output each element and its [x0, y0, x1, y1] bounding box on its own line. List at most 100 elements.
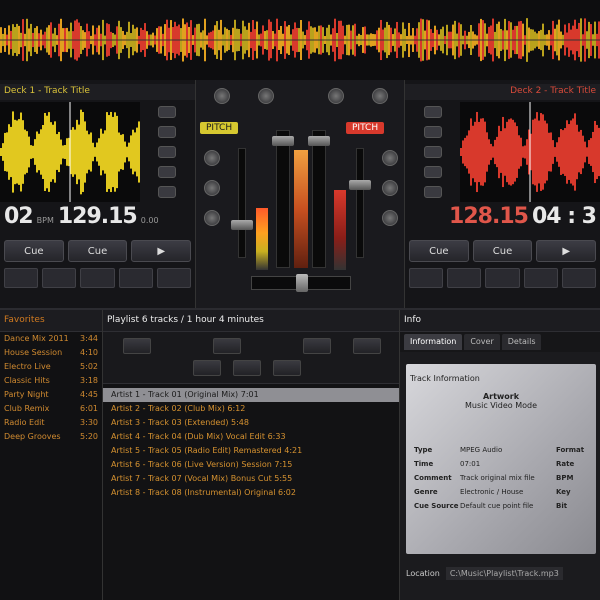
deck-right-cue-button[interactable]: Cue — [409, 240, 469, 262]
filter-knob-right[interactable] — [382, 210, 398, 226]
tab-details[interactable]: Details — [501, 334, 542, 350]
folder-row[interactable]: Dance Mix 2011 3:44 — [0, 332, 102, 346]
playlist-next-button[interactable] — [273, 360, 301, 376]
folder-name: Deep Grooves — [4, 432, 61, 441]
info-card: Artwork Music Video Mode Type MPEG Audio F… — [406, 364, 596, 554]
deck-left: Deck 1 - Track Title 02 BPM 129.15 0.00 … — [0, 80, 195, 308]
deck-right-transport-button[interactable] — [523, 268, 558, 288]
deck-right-side-button[interactable] — [424, 166, 442, 178]
deck-left-side-button[interactable] — [158, 126, 176, 138]
mixer-section: PITCH PITCH — [195, 80, 405, 308]
info-row-extra: BPM — [556, 474, 574, 482]
volume-fader-left[interactable] — [276, 130, 290, 268]
volume-fader-right-handle[interactable] — [308, 136, 330, 146]
eq-high-knob-right[interactable] — [328, 88, 344, 104]
pitch-label-right[interactable]: PITCH — [346, 122, 385, 134]
gain-knob-right[interactable] — [372, 88, 388, 104]
folder-row[interactable]: Electro Live 5:02 — [0, 360, 102, 374]
playlist-toolbar — [103, 332, 399, 384]
deck-right-side-button[interactable] — [424, 186, 442, 198]
folder-row[interactable]: Classic Hits 3:18 — [0, 374, 102, 388]
overview-waveform[interactable] — [0, 0, 600, 80]
deck-right-transport-button[interactable] — [447, 268, 482, 288]
deck-left-transport-button[interactable] — [42, 268, 77, 288]
folder-row[interactable]: Party Night 4:45 — [0, 388, 102, 402]
eq-mid-knob-left[interactable] — [204, 150, 220, 166]
deck-right-transport-button[interactable] — [485, 268, 520, 288]
deck-right-transport-button[interactable] — [561, 268, 597, 288]
folder-length: 3:30 — [80, 418, 98, 427]
tab-cover[interactable]: Cover — [464, 334, 500, 350]
deck-left-waveform[interactable] — [0, 102, 140, 202]
pitch-fader-left[interactable] — [238, 148, 246, 258]
volume-fader-left-handle[interactable] — [272, 136, 294, 146]
track-row[interactable]: Artist 1 - Track 01 (Original Mix) 7:01 — [103, 388, 399, 402]
folder-row[interactable]: Club Remix 6:01 — [0, 402, 102, 416]
folder-row[interactable]: House Session 4:10 — [0, 346, 102, 360]
pitch-label-left[interactable]: PITCH — [200, 122, 239, 134]
playlist-tool-button[interactable] — [303, 338, 331, 354]
deck-left-side-button[interactable] — [158, 146, 176, 158]
track-row[interactable]: Artist 3 - Track 03 (Extended) 5:48 — [103, 416, 399, 430]
deck-right-side-button[interactable] — [424, 106, 442, 118]
folder-name: Club Remix — [4, 404, 50, 413]
crossfader-handle[interactable] — [296, 274, 308, 292]
eq-low-knob-left[interactable] — [204, 180, 220, 196]
deck-left-readout: 02 BPM 129.15 0.00 — [4, 204, 159, 236]
deck-right-waveform[interactable] — [460, 102, 600, 202]
dj-app-window: Deck 1 - Track Title 02 BPM 129.15 0.00 … — [0, 0, 600, 600]
info-tabs: Information Cover Details — [400, 332, 600, 352]
tab-information[interactable]: Information — [404, 334, 463, 350]
folder-name: Classic Hits — [4, 376, 50, 385]
deck-right-transport-button[interactable] — [409, 268, 444, 288]
deck-left-cue-button[interactable]: Cue — [4, 240, 64, 262]
crossfader[interactable] — [251, 274, 351, 292]
volume-fader-right[interactable] — [312, 130, 326, 268]
track-row[interactable]: Artist 8 - Track 08 (Instrumental) Origi… — [103, 486, 399, 500]
track-row[interactable]: Artist 4 - Track 04 (Dub Mix) Vocal Edit… — [103, 430, 399, 444]
playlist-prev-button[interactable] — [193, 360, 221, 376]
track-row[interactable]: Artist 7 - Track 07 (Vocal Mix) Bonus Cu… — [103, 472, 399, 486]
gain-knob-left[interactable] — [214, 88, 230, 104]
pitch-fader-left-handle[interactable] — [231, 220, 253, 230]
deck-right-play-button[interactable]: ▶ — [536, 240, 597, 262]
info-row-extra: Bit — [556, 502, 568, 510]
eq-high-knob-left[interactable] — [258, 88, 274, 104]
filter-knob-left[interactable] — [204, 210, 220, 226]
eq-mid-knob-right[interactable] — [382, 150, 398, 166]
deck-left-transport-button[interactable] — [80, 268, 115, 288]
deck-right-bpm: 128.15 — [449, 204, 529, 229]
info-card-subheader: Music Video Mode — [464, 401, 538, 410]
info-row: Comment Track original mix file BPM — [414, 474, 596, 482]
playlist-tool-button[interactable] — [353, 338, 381, 354]
track-row[interactable]: Artist 6 - Track 06 (Live Version) Sessi… — [103, 458, 399, 472]
pitch-fader-right[interactable] — [356, 148, 364, 258]
playlist-play-button[interactable] — [233, 360, 261, 376]
deck-left-cue-button[interactable]: Cue — [67, 240, 128, 262]
folder-row[interactable]: Radio Edit 3:30 — [0, 416, 102, 430]
info-location-value: C:\Music\Playlist\Track.mp3 — [445, 566, 563, 580]
folder-panel-header[interactable]: Favorites — [0, 310, 102, 332]
eq-low-knob-right[interactable] — [382, 180, 398, 196]
playlist-tool-button[interactable] — [123, 338, 151, 354]
folder-list: Dance Mix 2011 3:44 House Session 4:10 Elect… — [0, 332, 102, 444]
deck-left-transport-row — [4, 268, 192, 290]
deck-left-side-button[interactable] — [158, 106, 176, 118]
pitch-fader-right-handle[interactable] — [349, 180, 371, 190]
info-panel-header: Info — [400, 310, 600, 332]
deck-left-side-buttons — [142, 102, 192, 202]
track-row[interactable]: Artist 5 - Track 05 (Radio Edit) Remaste… — [103, 444, 399, 458]
deck-left-transport-button[interactable] — [118, 268, 153, 288]
deck-right-side-button[interactable] — [424, 126, 442, 138]
deck-left-side-button[interactable] — [158, 186, 176, 198]
deck-right-cue-button[interactable]: Cue — [472, 240, 533, 262]
deck-left-side-button[interactable] — [158, 166, 176, 178]
track-row[interactable]: Artist 2 - Track 02 (Club Mix) 6:12 — [103, 402, 399, 416]
playlist-tool-button[interactable] — [213, 338, 241, 354]
deck-left-transport-button[interactable] — [4, 268, 39, 288]
deck-left-play-button[interactable]: ▶ — [131, 240, 192, 262]
folder-row[interactable]: Deep Grooves 5:20 — [0, 430, 102, 444]
deck-left-transport-button[interactable] — [156, 268, 192, 288]
deck-right-side-button[interactable] — [424, 146, 442, 158]
info-row-value: Track original mix file — [460, 474, 535, 482]
